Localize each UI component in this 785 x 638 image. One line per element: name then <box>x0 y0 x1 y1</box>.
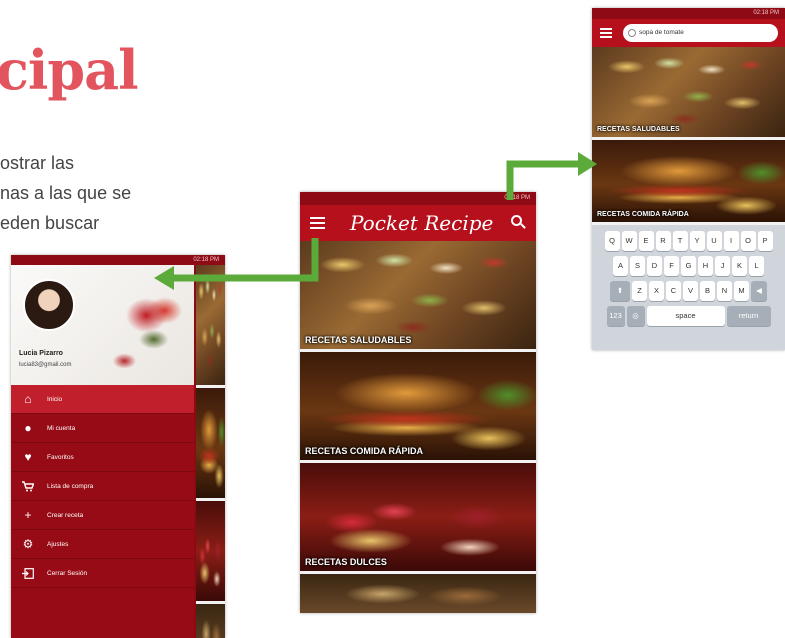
keyboard-row: 123 ◎ space return <box>596 306 781 326</box>
person-icon: ● <box>24 421 32 435</box>
search-icon <box>628 29 636 37</box>
keyboard-row: ⬆ Z X C V B N M ◀ <box>596 281 781 301</box>
drawer-item-label: Cerrar Sesión <box>47 569 88 577</box>
app-bar: Pocket Recipe <box>300 205 536 241</box>
drawer-item-label: Inicio <box>47 395 63 403</box>
user-email: lucia83@gmail.com <box>19 362 72 368</box>
avatar[interactable] <box>23 279 75 331</box>
globe-icon[interactable]: ◎ <box>626 306 645 326</box>
key-g[interactable]: G <box>681 256 696 276</box>
slide-line: ostrar las <box>0 153 75 173</box>
search-input[interactable]: sopa de tomate <box>623 24 778 42</box>
category-label: RECETAS SALUDABLES <box>597 126 680 133</box>
content-behind-drawer <box>196 265 225 638</box>
key-s[interactable]: S <box>630 256 645 276</box>
key-c[interactable]: C <box>666 281 681 301</box>
drawer-item-label: Crear receta <box>47 511 84 519</box>
drawer-item-ajustes[interactable]: ⚙ Ajustes <box>11 530 194 559</box>
slide-line: nas a las que se <box>0 183 132 203</box>
category-label: RECETAS COMIDA RÁPIDA <box>597 211 689 218</box>
status-time: 02:18 PM <box>753 10 779 16</box>
slide-description: ostrar las nas a las que se eden buscar <box>0 148 131 238</box>
drawer-item-cerrar-sesion[interactable]: Cerrar Sesión <box>11 559 194 588</box>
user-name: Lucia Pizarro <box>19 350 63 357</box>
key-a[interactable]: A <box>613 256 628 276</box>
category-card-comida-rapida[interactable]: RECETAS COMIDA RÁPIDA <box>300 352 536 463</box>
drawer-menu: ⌂ Inicio ● Mi cuenta ♥ Favoritos Lista d… <box>11 385 194 588</box>
app-bar: sopa de tomate <box>592 19 785 47</box>
keyboard: QWERTYUIOP ASDFGHJKL ⬆ Z X C V B N M ◀ 123 ◎ sp… <box>592 225 785 326</box>
phone-search-screen: 02:18 PM sopa de tomate RECETAS SALUDABL… <box>592 8 785 350</box>
category-card-comida-rapida[interactable]: RECETAS COMIDA RÁPIDA <box>592 140 785 225</box>
return-key[interactable]: return <box>726 306 771 326</box>
menu-icon[interactable] <box>600 28 612 38</box>
app-title: Pocket Recipe <box>350 211 494 235</box>
heart-icon: ♥ <box>24 450 32 464</box>
arrow-to-search <box>506 152 597 200</box>
key-i[interactable]: I <box>723 231 739 251</box>
key-e[interactable]: E <box>638 231 654 251</box>
navigation-drawer: Lucia Pizarro lucia83@gmail.com ⌂ Inicio… <box>11 265 194 638</box>
key-f[interactable]: F <box>664 256 679 276</box>
key-u[interactable]: U <box>706 231 722 251</box>
drawer-item-label: Mi cuenta <box>47 424 76 432</box>
category-card[interactable] <box>300 574 536 613</box>
drawer-item-crear-receta[interactable]: + Crear receta <box>11 501 194 530</box>
category-label: RECETAS COMIDA RÁPIDA <box>305 446 424 456</box>
drawer-item-inicio[interactable]: ⌂ Inicio <box>11 385 194 414</box>
key-o[interactable]: O <box>740 231 756 251</box>
key-l[interactable]: L <box>749 256 764 276</box>
key-d[interactable]: D <box>647 256 662 276</box>
cart-icon <box>21 480 35 492</box>
key-j[interactable]: J <box>715 256 730 276</box>
shift-key[interactable]: ⬆ <box>610 281 630 301</box>
search-icon[interactable] <box>511 215 522 226</box>
key-v[interactable]: V <box>683 281 698 301</box>
key-n[interactable]: N <box>717 281 732 301</box>
key-h[interactable]: H <box>698 256 713 276</box>
drawer-item-label: Ajustes <box>47 540 69 548</box>
category-label: RECETAS SALUDABLES <box>305 335 412 345</box>
drawer-item-lista-de-compra[interactable]: Lista de compra <box>11 472 194 501</box>
space-key[interactable]: space <box>646 306 725 326</box>
drawer-item-favoritos[interactable]: ♥ Favoritos <box>11 443 194 472</box>
key-w[interactable]: W <box>621 231 637 251</box>
logout-icon <box>21 567 35 579</box>
key-b[interactable]: B <box>700 281 715 301</box>
drawer-item-mi-cuenta[interactable]: ● Mi cuenta <box>11 414 194 443</box>
backspace-key[interactable]: ◀ <box>751 281 767 301</box>
key-t[interactable]: T <box>672 231 688 251</box>
arrow-to-drawer <box>154 238 319 290</box>
numbers-key[interactable]: 123 <box>606 306 625 326</box>
category-card-saludables[interactable]: RECETAS SALUDABLES <box>300 241 536 352</box>
slide-line: eden buscar <box>0 213 100 233</box>
phone-main-screen: 02:18 PM Pocket Recipe RECETAS SALUDABLE… <box>300 192 536 613</box>
search-query: sopa de tomate <box>639 29 684 36</box>
drawer-item-label: Favoritos <box>47 453 74 461</box>
key-p[interactable]: P <box>757 231 773 251</box>
key-q[interactable]: Q <box>604 231 620 251</box>
key-r[interactable]: R <box>655 231 671 251</box>
menu-icon[interactable] <box>310 217 325 229</box>
category-card-saludables[interactable]: RECETAS SALUDABLES <box>592 47 785 140</box>
category-card-dulces[interactable]: RECETAS DULCES <box>300 463 536 574</box>
slide-title: cipal <box>0 38 139 102</box>
key-z[interactable]: Z <box>632 281 647 301</box>
key-m[interactable]: M <box>734 281 749 301</box>
keyboard-row: QWERTYUIOP <box>596 231 781 251</box>
key-x[interactable]: X <box>649 281 664 301</box>
home-icon: ⌂ <box>24 392 32 406</box>
key-k[interactable]: K <box>732 256 747 276</box>
plus-icon: + <box>24 508 32 522</box>
status-bar: 02:18 PM <box>592 8 785 19</box>
gear-icon: ⚙ <box>22 537 34 551</box>
phone-drawer-screen: 02:18 PM Lucia Pizarro lucia83@gmail.com… <box>11 255 225 638</box>
key-y[interactable]: Y <box>689 231 705 251</box>
category-label: RECETAS DULCES <box>305 557 387 567</box>
keyboard-row: ASDFGHJKL <box>596 256 781 276</box>
drawer-item-label: Lista de compra <box>47 482 94 490</box>
